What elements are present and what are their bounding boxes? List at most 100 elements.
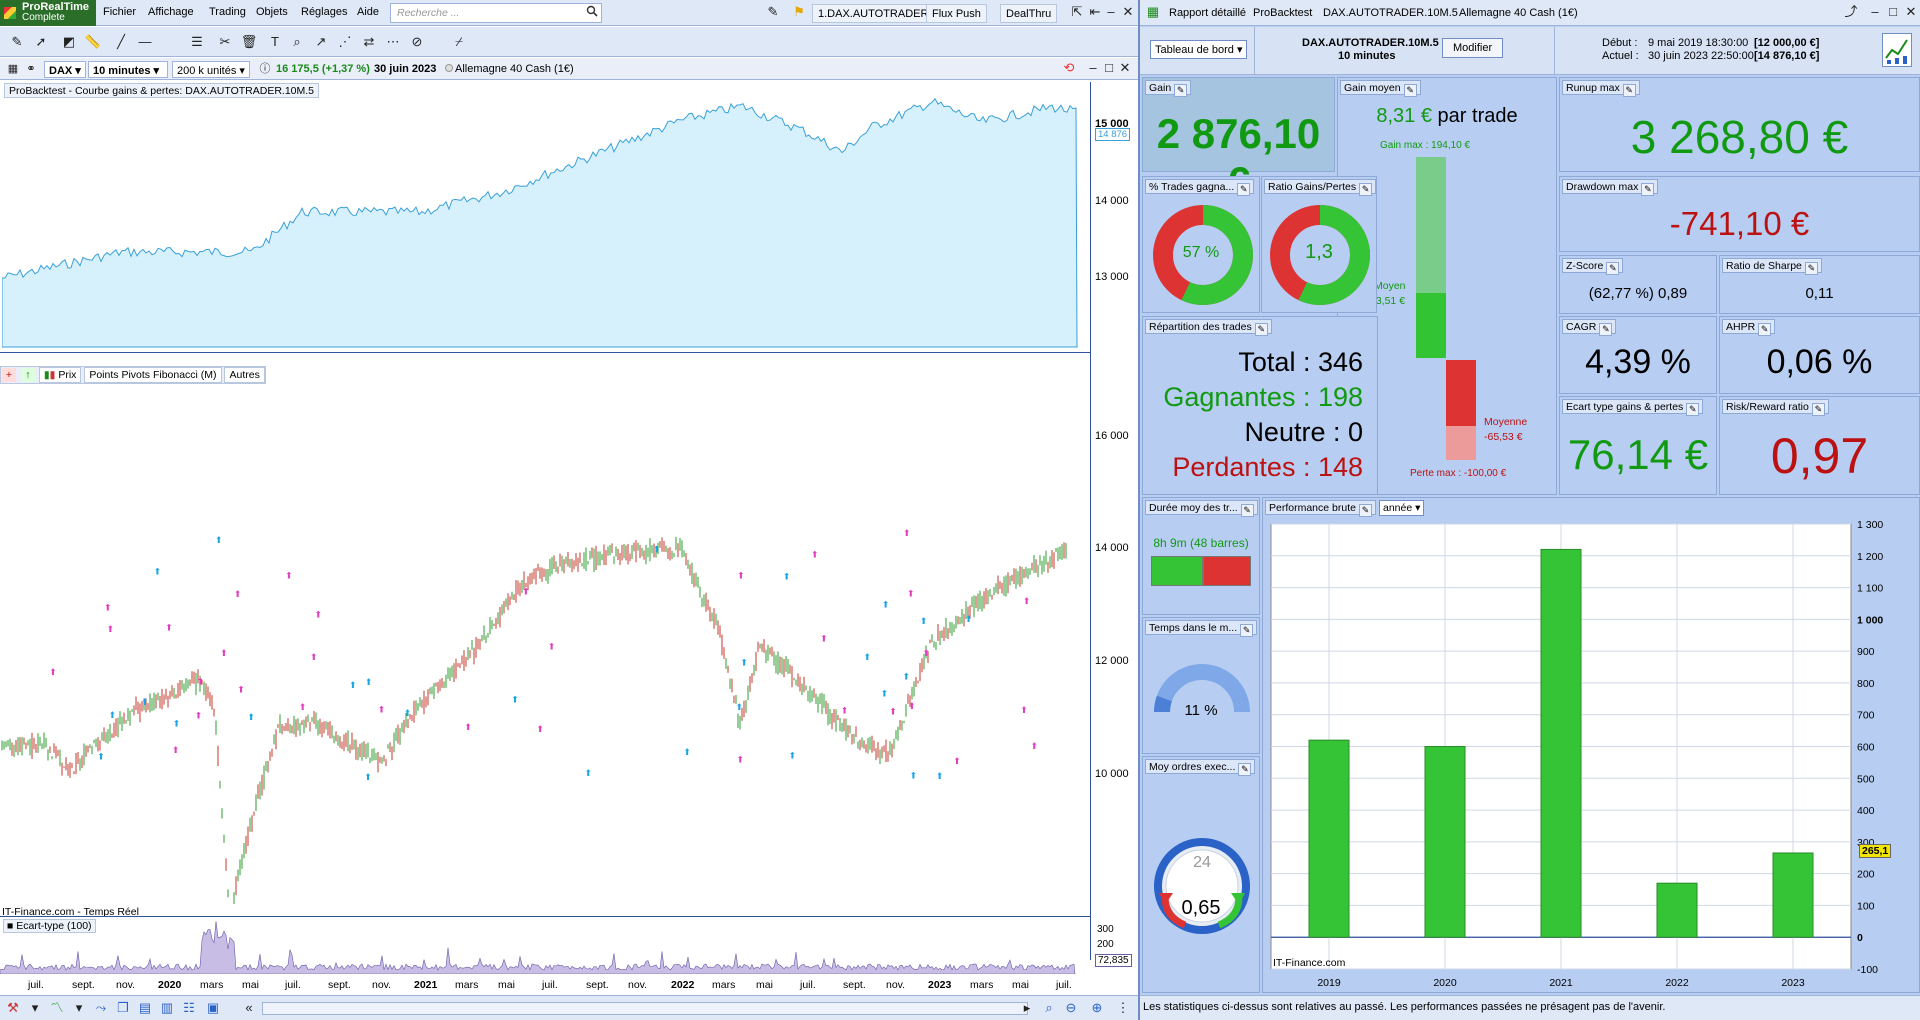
wrench-icon[interactable]: ✎ <box>1237 183 1251 196</box>
menu-reglages[interactable]: Réglages <box>301 6 347 18</box>
search-input[interactable]: Recherche ... <box>390 3 602 23</box>
list-icon[interactable]: ☷ <box>180 999 198 1017</box>
card-duree-header[interactable]: Durée moy des tr... ✎ <box>1145 500 1258 517</box>
wrench-icon[interactable]: ✎ <box>1240 624 1254 637</box>
card-zscore-header[interactable]: Z-Score ✎ <box>1562 258 1624 275</box>
zoom-out-icon[interactable]: ⊖ <box>1062 999 1080 1017</box>
menu-fichier[interactable]: Fichier <box>103 6 136 18</box>
tab-dealthru[interactable]: DealThru <box>1000 4 1058 23</box>
perf-bar-2021[interactable] <box>1540 548 1582 938</box>
arrow-up-icon[interactable]: ↑ <box>20 368 35 382</box>
tag-pivots[interactable]: Points Pivots Fibonacci (M) <box>84 367 222 383</box>
grid-icon[interactable]: ▦ <box>4 60 22 78</box>
tab-probacktest[interactable]: ProBacktest <box>1248 4 1317 23</box>
dropdown-icon[interactable]: ▾ <box>26 999 44 1017</box>
tab-strategy[interactable]: DAX.AUTOTRADER.10M.5 <box>1318 4 1463 23</box>
tab-rapport-detaille[interactable]: Rapport détaillé <box>1164 4 1251 23</box>
modify-button[interactable]: Modifier <box>1442 38 1504 58</box>
tools-icon[interactable]: ✂ <box>216 33 234 51</box>
trash-icon[interactable]: 🗑 <box>240 33 258 51</box>
price-chart[interactable]: ⬆ ⬆ ⬆ ⬆ ⬆ ⬆ ⬆ ⬆ ⬆ ⬆ ⬆ ⬆ ⬆ ⬆ ⬆ ⬆ ⬆ ⬆ ⬆ ⬆ ⬆ ⬆ ⬆ ⬆ ⬆ ⬆ ⬆ ⬆ ⬆ ⬆ ⬆ ⬆ ⬆ ⬆ ⬆ ⬆ ⬆ ⬆ ⬆ ⬆… <box>0 384 1090 904</box>
card-ecart-header[interactable]: Ecart type gains & pertes ✎ <box>1562 399 1704 416</box>
wrench-icon[interactable]: ✎ <box>1622 84 1636 97</box>
wrench-icon[interactable]: ✎ <box>1606 262 1620 275</box>
card-ahpr-header[interactable]: AHPR ✎ <box>1722 319 1776 336</box>
equity-curve-chart[interactable] <box>2 82 1090 352</box>
wrench-icon[interactable]: ✎ <box>1686 403 1700 416</box>
card-gain-header[interactable]: Gain ✎ <box>1145 80 1192 97</box>
search-icon[interactable] <box>586 5 598 17</box>
wrench-icon[interactable]: ✎ <box>1240 504 1254 517</box>
share-icon[interactable]: ⤳ <box>92 999 110 1017</box>
tab-market[interactable]: Allemagne 40 Cash (1€) <box>1454 4 1583 23</box>
pattern-icon[interactable]: ⋯ <box>384 33 402 51</box>
channel-icon[interactable]: ⇄ <box>360 33 378 51</box>
card-ratio-header[interactable]: Ratio Gains/Pertes ✎ <box>1264 179 1377 196</box>
menu-trading[interactable]: Trading <box>209 6 246 18</box>
card-ordres-header[interactable]: Moy ordres exec... ✎ <box>1145 759 1256 776</box>
stddev-chart[interactable] <box>0 918 1090 974</box>
card-temps-header[interactable]: Temps dans le m... ✎ <box>1145 620 1258 637</box>
perf-bar-2019[interactable] <box>1308 739 1350 938</box>
arrow-icon[interactable]: ↗ <box>312 33 330 51</box>
price-axis[interactable]: 15 000 14 876 14 000 13 000 16 000 14 00… <box>1090 82 1138 967</box>
zoom-in-icon[interactable]: ⊕ <box>1088 999 1106 1017</box>
minimize-report-icon[interactable]: – <box>1866 3 1884 21</box>
card-trades-header[interactable]: % Trades gagna... ✎ <box>1145 179 1255 196</box>
text-icon[interactable]: T <box>266 33 284 51</box>
tab-dax-autotrader[interactable]: 1.DAX.AUTOTRADER <box>812 4 935 23</box>
flag-icon[interactable]: ⚑ <box>790 3 808 21</box>
scroll-right-icon[interactable]: ▸ <box>1018 999 1036 1017</box>
perf-bar-2023[interactable] <box>1772 852 1814 938</box>
minimize-icon[interactable]: – <box>1102 3 1120 21</box>
refresh-icon[interactable]: ⟲ <box>1060 59 1078 77</box>
ruler-icon[interactable]: 📏 <box>84 33 102 51</box>
card-repartition-header[interactable]: Répartition des trades ✎ <box>1145 319 1272 336</box>
tools-menu-icon[interactable]: ⚒ <box>4 999 22 1017</box>
close-icon[interactable]: ✕ <box>1119 3 1137 21</box>
layout-icon[interactable]: ▥ <box>158 999 176 1017</box>
tag-autres[interactable]: Autres <box>224 367 265 383</box>
panel-separator[interactable] <box>0 352 1090 353</box>
layers-icon[interactable]: ☰ <box>188 33 206 51</box>
report-chart-icon[interactable] <box>1882 33 1912 67</box>
time-axis[interactable]: juil. sept. nov. 2020 mars mai juil. sept. nov. 2… <box>0 975 1090 993</box>
card-rr-header[interactable]: Risk/Reward ratio ✎ <box>1722 399 1829 416</box>
panel-separator-2[interactable] <box>0 916 1090 917</box>
wrench-icon[interactable]: ✎ <box>1358 504 1372 517</box>
instrument-select[interactable]: DAX ▾ <box>44 61 86 78</box>
maximize-report-icon[interactable]: □ <box>1884 3 1902 21</box>
menu-objets[interactable]: Objets <box>256 6 288 18</box>
close-chart-icon[interactable]: ✕ <box>1116 59 1134 77</box>
wrench-icon[interactable]: ✎ <box>1359 183 1373 196</box>
card-perf-header[interactable]: Performance brute ✎ <box>1265 500 1376 517</box>
line-icon[interactable]: ╱ <box>112 33 130 51</box>
menu-affichage[interactable]: Affichage <box>148 6 194 18</box>
wrench-icon[interactable]: ✎ <box>1238 763 1252 776</box>
copy-icon[interactable]: ❐ <box>114 999 132 1017</box>
wrench-icon[interactable]: ✎ <box>1804 262 1818 275</box>
menu-aide[interactable]: Aide <box>357 6 379 18</box>
eraser-icon[interactable]: ◩ <box>60 33 78 51</box>
perf-bar-2020[interactable] <box>1424 746 1466 938</box>
timeframe-select[interactable]: 10 minutes ▾ <box>88 61 168 78</box>
pencil-icon[interactable]: ✎ <box>764 3 782 21</box>
card-sharpe-header[interactable]: Ratio de Sharpe ✎ <box>1722 258 1822 275</box>
scroll-left-icon[interactable]: « <box>240 999 258 1017</box>
wrench-icon[interactable]: ✎ <box>1174 84 1188 97</box>
magnet-icon[interactable]: ⊘ <box>408 33 426 51</box>
info-icon[interactable]: ⓘ <box>256 60 274 78</box>
wrench-icon[interactable]: ✎ <box>1254 323 1268 336</box>
link-icon[interactable]: ⚭ <box>22 60 40 78</box>
fibo-icon[interactable]: ⋰ <box>336 33 354 51</box>
period-select[interactable]: année ▾ <box>1379 500 1425 516</box>
tab-flux-push[interactable]: Flux Push <box>926 4 987 23</box>
chart-type-icon[interactable]: 〽 <box>48 999 66 1017</box>
hline-icon[interactable]: — <box>136 33 154 51</box>
perf-bar-2022[interactable] <box>1656 882 1698 938</box>
pin-icon[interactable]: ⇱ <box>1068 3 1086 21</box>
draw-pencil-icon[interactable]: ✎ <box>8 33 26 51</box>
card-runup-header[interactable]: Runup max ✎ <box>1562 80 1640 97</box>
table-icon[interactable]: ▤ <box>136 999 154 1017</box>
add-indicator-icon[interactable]: + <box>2 368 16 382</box>
